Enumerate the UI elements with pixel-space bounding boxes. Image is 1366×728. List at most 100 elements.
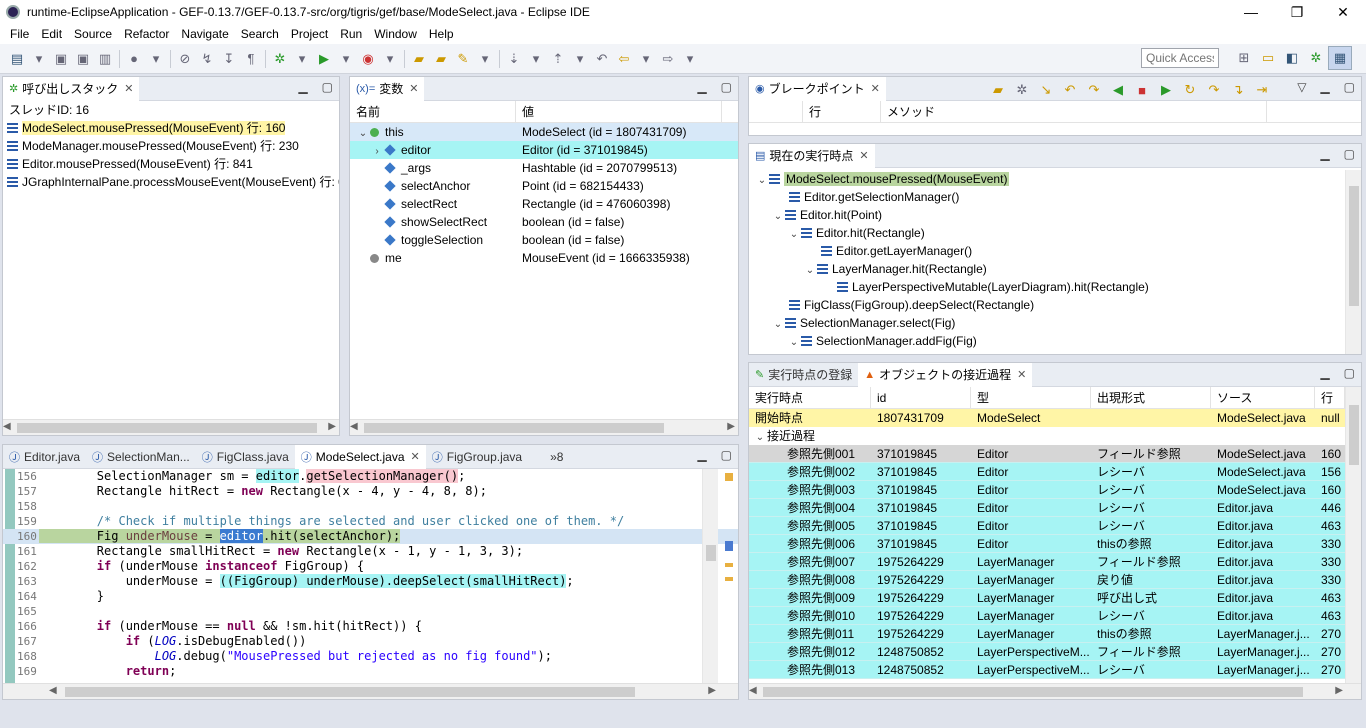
code-editor[interactable]: 156 SelectionManager sm = editor.getSele… — [3, 469, 738, 683]
menu-edit[interactable]: Edit — [35, 27, 68, 41]
tab-figclass-java[interactable]: Ⓙ FigClass.java — [196, 445, 295, 469]
column-header-form[interactable]: 出現形式 — [1091, 387, 1211, 408]
search-icon[interactable]: ✎ — [452, 48, 474, 70]
new-icon[interactable]: ▤ — [6, 48, 28, 70]
dropdown-icon[interactable]: ▾ — [679, 48, 701, 70]
resource-perspective-icon[interactable]: ▭ — [1256, 46, 1280, 70]
column-header-point[interactable]: 実行時点 — [749, 387, 871, 408]
step-return-icon[interactable]: ↷ — [1083, 79, 1105, 101]
debug-bug-icon[interactable]: ✲ — [1011, 79, 1033, 101]
minimize-button[interactable]: — — [1228, 0, 1274, 24]
list-item[interactable]: ⌄ LayerManager.hit(Rectangle) — [749, 260, 1361, 278]
maximize-icon[interactable]: ▢ — [721, 448, 732, 462]
close-icon[interactable]: ✕ — [1017, 368, 1026, 381]
close-icon[interactable]: ✕ — [124, 82, 133, 95]
table-row[interactable]: 参照先側009 1975264229 LayerManager 呼び出し式 Editor… — [749, 589, 1345, 607]
prev-annotation-icon[interactable]: ⇡ — [547, 48, 569, 70]
menu-project[interactable]: Project — [285, 27, 334, 41]
dropdown-icon[interactable]: ▾ — [635, 48, 657, 70]
list-item[interactable]: ⌄ Editor.hit(Point) — [749, 206, 1361, 224]
list-item[interactable]: Editor.getSelectionManager() — [749, 188, 1361, 206]
step-icon[interactable]: ↯ — [196, 48, 218, 70]
table-row[interactable]: 参照先側005 371019845 Editor レシーバ Editor.java 463 — [749, 517, 1345, 535]
run-to-line-icon[interactable]: ↴ — [1227, 79, 1249, 101]
save-all-icon[interactable]: ▣ — [72, 48, 94, 70]
minimize-icon[interactable]: ▁ — [1320, 147, 1329, 161]
drop-frame-icon[interactable]: ↧ — [218, 48, 240, 70]
column-header-type[interactable]: 型 — [971, 387, 1091, 408]
list-item[interactable]: ⌄ SelectionManager.select(Fig) — [749, 314, 1361, 332]
save-icon[interactable]: ▣ — [50, 48, 72, 70]
group-row[interactable]: ⌄ 接近過程 — [749, 427, 1345, 445]
step-back-icon[interactable]: ↶ — [1059, 79, 1081, 101]
horizontal-scrollbar[interactable]: ◀ ▶ — [3, 683, 738, 699]
dropdown-icon[interactable]: ▾ — [474, 48, 496, 70]
last-edit-icon[interactable]: ↶ — [591, 48, 613, 70]
table-row[interactable]: › editor Editor (id = 371019845) — [350, 141, 738, 159]
table-row[interactable]: 参照先側012 1248750852 LayerPerspectiveM... フィー… — [749, 643, 1345, 661]
table-row[interactable]: 参照先側011 1975264229 LayerManager thisの参照 Laye… — [749, 625, 1345, 643]
table-row[interactable]: ⌄ this ModeSelect (id = 1807431709) — [350, 123, 738, 141]
list-item[interactable]: Editor.mousePressed(MouseEvent) 行: 841 — [3, 155, 339, 173]
list-item[interactable]: ⌄ Editor.hit(Rectangle) — [749, 224, 1361, 242]
column-header-name[interactable]: 名前 — [350, 101, 516, 122]
dropdown-icon[interactable]: ▾ — [28, 48, 50, 70]
maximize-icon[interactable]: ▢ — [322, 80, 333, 94]
tab-register-execution-point[interactable]: ✎ 実行時点の登録 — [749, 363, 858, 387]
vertical-scrollbar[interactable] — [702, 469, 718, 683]
list-item[interactable]: ⌄ SelectionManager.addFig(Fig) — [749, 332, 1361, 350]
quick-access-input[interactable] — [1141, 48, 1219, 68]
more-tabs-button[interactable]: »8 — [544, 445, 569, 469]
table-row[interactable]: selectAnchor Point (id = 682154433) — [350, 177, 738, 195]
table-row[interactable]: 参照先側004 371019845 Editor レシーバ Editor.java 446 — [749, 499, 1345, 517]
table-row[interactable]: 参照先側013 1248750852 LayerPerspectiveM... レシー… — [749, 661, 1345, 679]
column-header-value[interactable]: 値 — [516, 101, 722, 122]
dropdown-icon[interactable]: ▾ — [569, 48, 591, 70]
table-row[interactable]: 参照先側001 371019845 Editor フィールド参照 ModeSelect.… — [749, 445, 1345, 463]
column-header-id[interactable]: id — [871, 387, 971, 408]
list-item[interactable]: ⌄ ModeSelect.mousePressed(MouseEvent) — [749, 170, 1361, 188]
menu-run[interactable]: Run — [334, 27, 368, 41]
close-icon[interactable]: ✕ — [871, 82, 880, 95]
table-row[interactable]: me MouseEvent (id = 1666335938) — [350, 249, 738, 267]
custom-perspective-icon[interactable]: ▦ — [1328, 46, 1352, 70]
tab-selectionmanager-java[interactable]: Ⓙ SelectionMan... — [86, 445, 196, 469]
resume-back-icon[interactable]: ◀ — [1107, 79, 1129, 101]
maximize-icon[interactable]: ▢ — [721, 80, 732, 94]
step-into-icon[interactable]: ↘ — [1035, 79, 1057, 101]
run-icon[interactable]: ▶ — [313, 48, 335, 70]
minimize-icon[interactable]: ▁ — [1320, 80, 1329, 94]
close-button[interactable]: ✕ — [1320, 0, 1366, 24]
column-header-line[interactable]: 行 — [803, 101, 881, 122]
list-item[interactable]: ModeManager.mousePressed(MouseEvent) 行: … — [3, 137, 339, 155]
table-row[interactable]: 参照先側006 371019845 Editor thisの参照 Editor.java… — [749, 535, 1345, 553]
menu-help[interactable]: Help — [423, 27, 460, 41]
horizontal-scrollbar[interactable]: ◀ ▶ — [350, 419, 738, 435]
menu-navigate[interactable]: Navigate — [175, 27, 234, 41]
menu-file[interactable]: File — [4, 27, 35, 41]
dropdown-icon[interactable]: ▾ — [145, 48, 167, 70]
tab-figgroup-java[interactable]: Ⓙ FigGroup.java — [426, 445, 528, 469]
debug-perspective-icon[interactable]: ✲ — [1304, 46, 1328, 70]
horizontal-scrollbar[interactable]: ◀ ▶ — [3, 419, 339, 435]
minimize-icon[interactable]: ▁ — [697, 448, 706, 462]
table-row[interactable]: showSelectRect boolean (id = false) — [350, 213, 738, 231]
table-row[interactable]: 参照先側008 1975264229 LayerManager 戻り値 Editor.j… — [749, 571, 1345, 589]
open-folder-icon[interactable]: ▰ — [430, 48, 452, 70]
table-row[interactable]: 参照先側010 1975264229 LayerManager レシーバ Editor.… — [749, 607, 1345, 625]
vertical-scrollbar[interactable] — [1345, 387, 1361, 683]
column-header-method[interactable]: メソッド — [881, 101, 1267, 122]
list-item[interactable]: LayerPerspectiveMutable(LayerDiagram).hi… — [749, 278, 1361, 296]
open-perspective-icon[interactable]: ⊞ — [1232, 46, 1256, 70]
minimize-icon[interactable]: ▁ — [298, 80, 307, 94]
table-row[interactable]: selectRect Rectangle (id = 476060398) — [350, 195, 738, 213]
menu-refactor[interactable]: Refactor — [118, 27, 175, 41]
close-icon[interactable]: ✕ — [409, 82, 418, 95]
skip-breakpoints-icon[interactable]: ⊘ — [174, 48, 196, 70]
column-header-line[interactable]: 行 — [1315, 387, 1345, 408]
column-header-source[interactable]: ソース — [1211, 387, 1315, 408]
table-row[interactable]: 参照先側003 371019845 Editor レシーバ ModeSelect.jav… — [749, 481, 1345, 499]
table-row[interactable]: 参照先側002 371019845 Editor レシーバ ModeSelect.jav… — [749, 463, 1345, 481]
list-item[interactable]: ModeSelect.mousePressed(MouseEvent) 行: 1… — [3, 119, 339, 137]
back-icon[interactable]: ⇦ — [613, 48, 635, 70]
